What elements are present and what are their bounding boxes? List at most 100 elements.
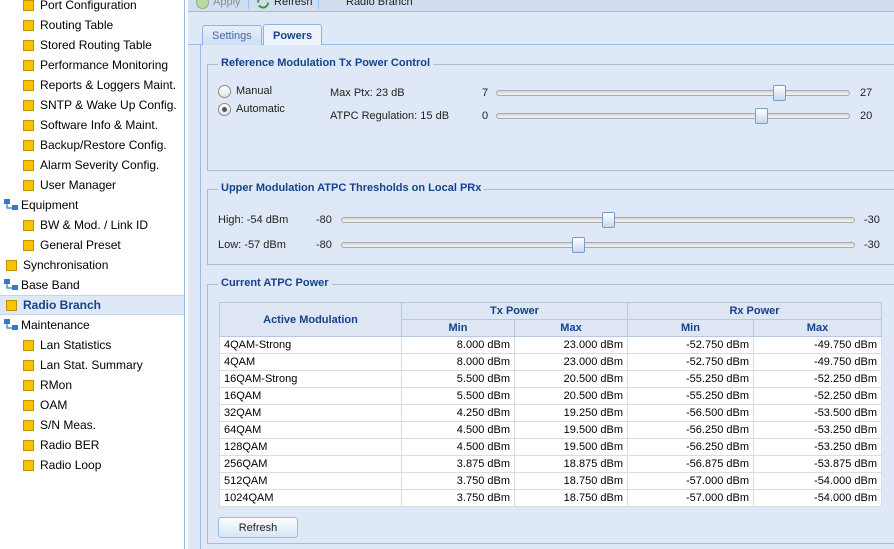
tree-item-performance-monitoring[interactable]: Performance Monitoring (0, 55, 184, 75)
tree-item-port-configuration[interactable]: Port Configuration (0, 0, 184, 15)
tree-item-label: Port Configuration (40, 0, 137, 12)
tree-item-rmon[interactable]: RMon (0, 375, 184, 395)
tree-item-oam[interactable]: OAM (0, 395, 184, 415)
tx-max-cell: 19.500 dBm (514, 438, 628, 456)
apply-button[interactable]: Apply (196, 0, 241, 10)
upper-mod-fieldset: Upper Modulation ATPC Thresholds on Loca… (207, 182, 894, 265)
tree-item-label: Performance Monitoring (40, 58, 169, 72)
atpc-regulation-max: 20 (860, 110, 873, 122)
page-tree-icon (23, 399, 34, 411)
rx-min-cell: -57.000 dBm (627, 472, 754, 490)
tab-settings[interactable]: Settings (202, 25, 262, 46)
rx-max-cell: -53.250 dBm (752, 438, 883, 456)
tree-item-radio-ber[interactable]: Radio BER (0, 435, 184, 455)
page-tree-icon (23, 219, 34, 231)
table-row[interactable]: 16QAM-Strong 5.500 dBm 20.500 dBm -55.250 d… (219, 370, 883, 388)
tree-item-label: RMon (40, 378, 73, 392)
tree-item-alarm-severity-config[interactable]: Alarm Severity Config. (0, 155, 184, 175)
toolbar-title: Radio Branch (346, 0, 413, 8)
tree-item-label: Equipment (21, 198, 79, 212)
manual-radio[interactable] (218, 85, 231, 98)
tree-item-synchronisation[interactable]: Synchronisation (0, 255, 184, 275)
low-threshold-slider[interactable] (341, 237, 855, 253)
page-tree-icon (23, 179, 34, 191)
table-row[interactable]: 512QAM 3.750 dBm 18.750 dBm -57.000 dBm -54.… (219, 472, 883, 490)
tree-item-label: Backup/Restore Config. (40, 138, 167, 152)
tx-min-cell: 4.500 dBm (401, 421, 515, 439)
page-tree-icon (23, 59, 34, 71)
tree-item-label: S/N Meas. (40, 418, 97, 432)
high-threshold-slider-thumb[interactable] (602, 212, 616, 228)
tree-item-user-manager[interactable]: User Manager (0, 175, 184, 195)
refresh-button[interactable]: Refresh (256, 0, 313, 10)
tree-item-label: BW & Mod. / Link ID (40, 218, 149, 232)
rx-max-cell: -49.750 dBm (752, 353, 883, 371)
refresh-table-button[interactable]: Refresh (218, 517, 298, 538)
max-ptx-slider[interactable] (496, 85, 850, 101)
tree-item-general-preset[interactable]: General Preset (0, 235, 184, 255)
table-row[interactable]: 16QAM 5.500 dBm 20.500 dBm -55.250 dBm -52.2… (219, 387, 883, 405)
max-ptx-label: Max Ptx: 23 dB (330, 87, 405, 99)
ref-mod-legend: Reference Modulation Tx Power Control (218, 57, 434, 69)
low-threshold-slider-thumb[interactable] (571, 237, 585, 253)
table-row[interactable]: 32QAM 4.250 dBm 19.250 dBm -56.500 dBm -53.5… (219, 404, 883, 422)
tree-item-bw-mod-link-id[interactable]: BW & Mod. / Link ID (0, 215, 184, 235)
tx-min-cell: 3.750 dBm (401, 489, 515, 507)
atpc-regulation-slider[interactable] (496, 108, 850, 124)
automatic-radio[interactable] (218, 103, 231, 116)
table-row[interactable]: 1024QAM 3.750 dBm 18.750 dBm -57.000 dBm -54… (219, 489, 883, 507)
tree-item-equipment[interactable]: Equipment (0, 195, 184, 215)
table-row[interactable]: 256QAM 3.875 dBm 18.875 dBm -56.875 dBm -53.… (219, 455, 883, 473)
tree-item-routing-table[interactable]: Routing Table (0, 15, 184, 35)
tree-item-base-band[interactable]: Base Band (0, 275, 184, 295)
tree-item-radio-loop[interactable]: Radio Loop (0, 455, 184, 475)
toolbar-separator (318, 0, 319, 9)
tree-item-lan-stat-summary[interactable]: Lan Stat. Summary (0, 355, 184, 375)
refresh-icon (256, 0, 270, 9)
table-row[interactable]: 128QAM 4.500 dBm 19.500 dBm -56.250 dBm -53.… (219, 438, 883, 456)
tab-settings-label: Settings (212, 30, 252, 42)
rx-min-cell: -52.750 dBm (627, 353, 754, 371)
rx-min-cell: -52.750 dBm (627, 336, 754, 354)
tree-item-lan-statistics[interactable]: Lan Statistics (0, 335, 184, 355)
refresh-table-button-label: Refresh (238, 521, 278, 534)
atpc-regulation-slider-thumb[interactable] (755, 108, 768, 124)
tab-powers[interactable]: Powers (263, 24, 323, 46)
tree-item-label: Radio Branch (23, 298, 102, 312)
tree-item-sntp-wake-up-config[interactable]: SNTP & Wake Up Config. (0, 95, 184, 115)
tree-item-software-info-maint[interactable]: Software Info & Maint. (0, 115, 184, 135)
rx-max-cell: -52.250 dBm (752, 387, 883, 405)
tx-max-header: Max (514, 319, 628, 337)
high-threshold-slider[interactable] (341, 212, 855, 228)
tx-min-cell: 5.500 dBm (401, 387, 515, 405)
tree-item-maintenance[interactable]: Maintenance (0, 315, 184, 335)
modulation-cell: 4QAM-Strong (219, 336, 402, 354)
ref-mod-fieldset: Reference Modulation Tx Power Control Ma… (207, 57, 894, 171)
table-row[interactable]: 64QAM 4.500 dBm 19.500 dBm -56.250 dBm -53.2… (219, 421, 883, 439)
tx-min-header: Min (401, 319, 515, 337)
tree-item-label: Synchronisation (23, 258, 109, 272)
upper-mod-legend: Upper Modulation ATPC Thresholds on Loca… (218, 182, 485, 194)
navigation-tree: Port Configuration Routing Table Stored Ro… (0, 0, 185, 549)
group-tree-icon (4, 279, 18, 291)
tree-item-radio-branch[interactable]: Radio Branch (0, 295, 184, 315)
tree-item-label: Software Info & Maint. (40, 118, 159, 132)
tree-item-s-n-meas[interactable]: S/N Meas. (0, 415, 184, 435)
page-tree-icon (23, 139, 34, 151)
main-panel: Apply Refresh Radio Branch Settings Powe… (188, 0, 894, 549)
max-ptx-slider-thumb[interactable] (772, 85, 786, 101)
table-row[interactable]: 4QAM 8.000 dBm 23.000 dBm -52.750 dBm -49.75… (219, 353, 883, 371)
modulation-cell: 32QAM (219, 404, 402, 422)
tree-item-reports-loggers-maint[interactable]: Reports & Loggers Maint. (0, 75, 184, 95)
page-tree-icon (23, 419, 34, 431)
low-threshold-max: -30 (864, 239, 880, 251)
tx-max-cell: 19.250 dBm (514, 404, 628, 422)
tree-item-backup-restore-config[interactable]: Backup/Restore Config. (0, 135, 184, 155)
page-tree-icon (23, 0, 34, 11)
rx-min-header: Min (627, 319, 754, 337)
tree-item-label: Radio BER (40, 438, 100, 452)
tree-item-label: Lan Stat. Summary (40, 358, 143, 372)
tx-min-cell: 8.000 dBm (401, 336, 515, 354)
table-row[interactable]: 4QAM-Strong 8.000 dBm 23.000 dBm -52.750 dB… (219, 336, 883, 354)
tree-item-stored-routing-table[interactable]: Stored Routing Table (0, 35, 184, 55)
